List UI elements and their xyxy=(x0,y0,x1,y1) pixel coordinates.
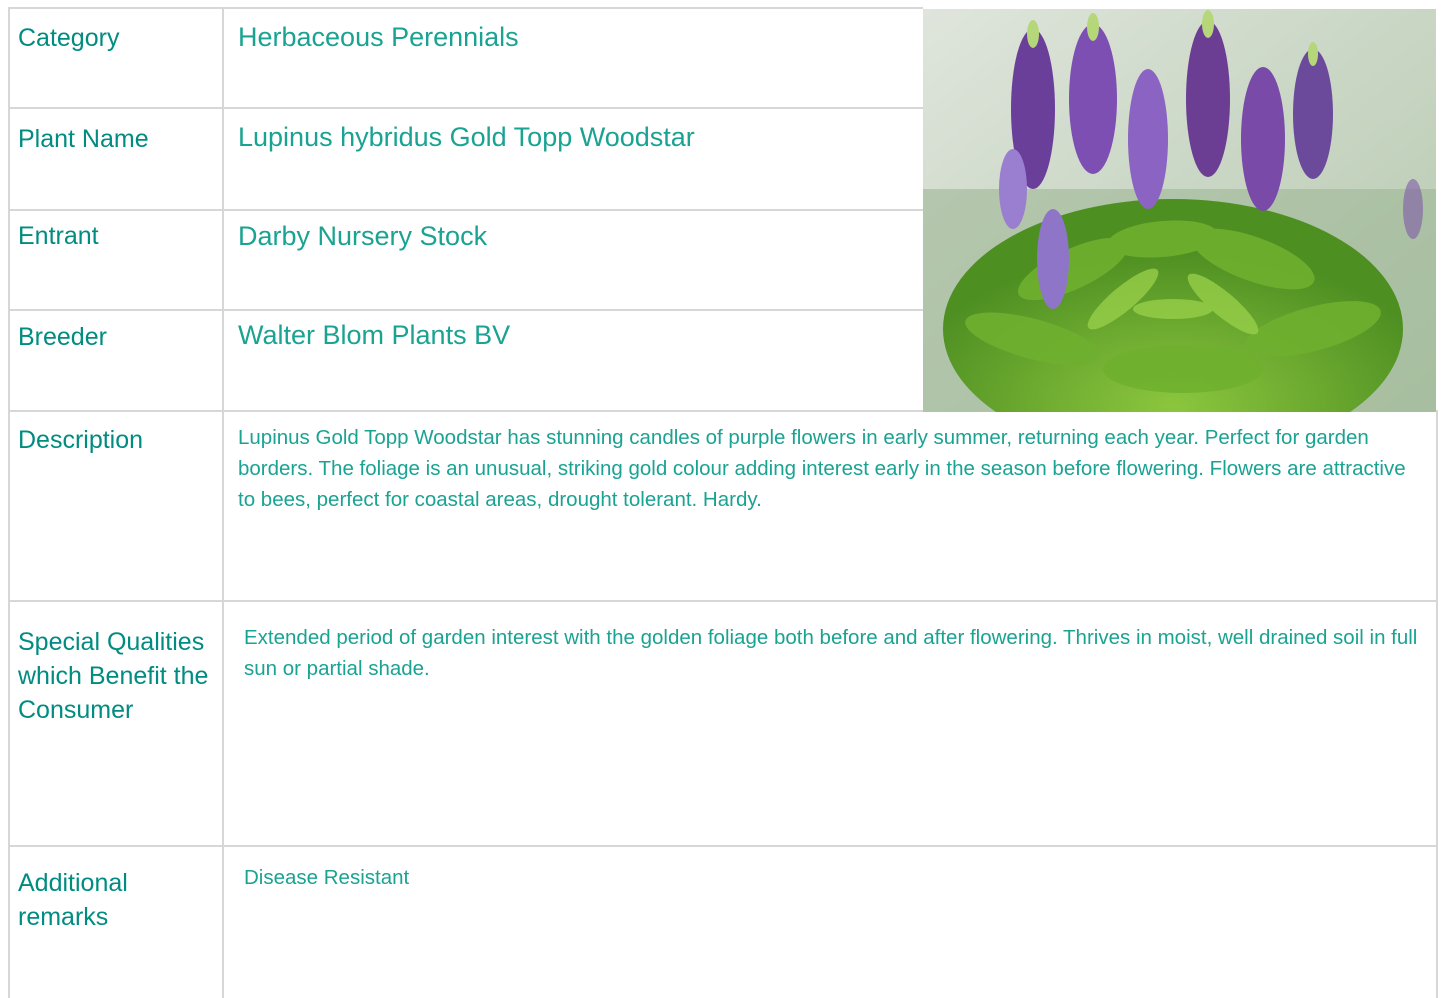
table-border-right xyxy=(1436,410,1438,998)
special-qualities-label: Special Qualities which Benefit the Cons… xyxy=(18,628,209,724)
category-value: Herbaceous Perennials xyxy=(238,22,519,52)
additional-remarks-label: Additional remarks xyxy=(18,869,128,931)
category-label: Category xyxy=(18,24,120,52)
row-divider xyxy=(8,845,1437,847)
row-divider xyxy=(8,107,923,109)
plant-name-label: Plant Name xyxy=(18,125,149,153)
breeder-label: Breeder xyxy=(18,323,107,351)
entrant-label: Entrant xyxy=(18,222,99,250)
plant-photo xyxy=(923,9,1436,412)
description-text: Lupinus Gold Topp Woodstar has stunning … xyxy=(238,426,1406,511)
entrant-value: Darby Nursery Stock xyxy=(238,221,488,251)
description-label: Description xyxy=(18,426,144,454)
table-border-top xyxy=(8,7,923,9)
table-border-left xyxy=(8,8,10,998)
row-divider xyxy=(8,209,923,211)
breeder-value: Walter Blom Plants BV xyxy=(238,320,511,350)
additional-remarks-text: Disease Resistant xyxy=(244,866,410,889)
special-qualities-text: Extended period of garden interest with … xyxy=(244,626,1418,680)
label-column-divider xyxy=(222,8,224,998)
plant-name-value: Lupinus hybridus Gold Topp Woodstar xyxy=(238,122,695,152)
row-divider xyxy=(8,309,923,311)
row-divider xyxy=(8,600,1437,602)
